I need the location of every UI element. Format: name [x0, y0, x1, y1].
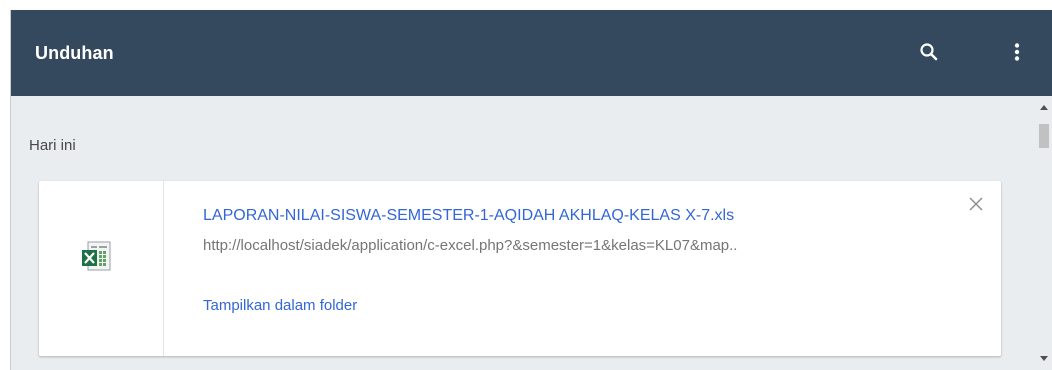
scroll-down-arrow[interactable] — [1035, 352, 1052, 366]
file-source-url: http://localhost/siadek/application/c-ex… — [203, 237, 738, 254]
search-button[interactable] — [915, 38, 943, 66]
downloads-list: Hari ini LAPORAN-NILAI-SISWA-SEMESTER-1-… — [11, 96, 1052, 370]
app-header: Unduhan — [11, 10, 1052, 96]
triangle-down-icon — [1040, 356, 1048, 361]
remove-download-button[interactable] — [965, 193, 987, 215]
page-title: Unduhan — [35, 43, 114, 63]
download-item: LAPORAN-NILAI-SISWA-SEMESTER-1-AQIDAH AK… — [39, 181, 1001, 356]
show-in-folder-link[interactable]: Tampilkan dalam folder — [203, 297, 357, 314]
triangle-up-icon — [1040, 105, 1048, 110]
file-name-link[interactable]: LAPORAN-NILAI-SISWA-SEMESTER-1-AQIDAH AK… — [203, 207, 734, 225]
search-icon — [920, 43, 938, 61]
downloads-window: Unduhan Hari ini LAPORAN-NILAI-SISWA-SEM… — [10, 10, 1052, 370]
scroll-up-arrow[interactable] — [1035, 100, 1052, 114]
vertical-scrollbar[interactable] — [1035, 96, 1052, 370]
more-options-button[interactable] — [1003, 38, 1031, 66]
excel-file-icon — [82, 241, 111, 271]
close-icon — [969, 197, 983, 211]
date-section-label: Hari ini — [29, 137, 76, 154]
file-icon-area — [39, 181, 164, 356]
more-vertical-icon — [1014, 43, 1020, 61]
scrollbar-thumb[interactable] — [1039, 124, 1049, 148]
